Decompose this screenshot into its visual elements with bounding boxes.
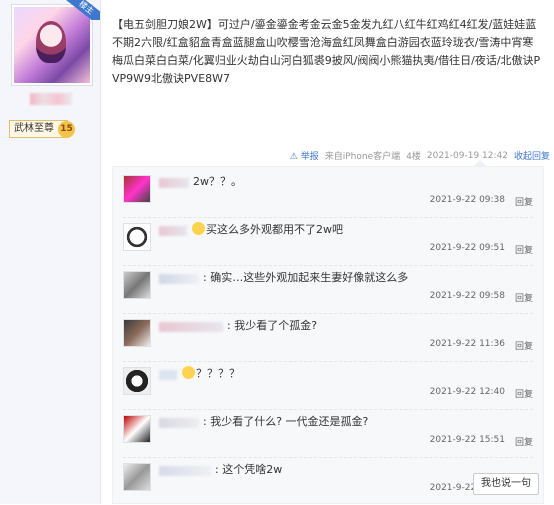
reply-username[interactable] — [159, 322, 223, 332]
reply-time: 2021-9-22 11:36 — [429, 339, 505, 349]
reply-avatar[interactable] — [123, 463, 151, 491]
emoji-icon — [182, 366, 195, 379]
reply-avatar[interactable] — [123, 367, 151, 395]
reply-time: 2021-9-22 12:40 — [429, 387, 505, 397]
author-name-blurred[interactable] — [30, 93, 72, 105]
reply-row: ？？？？ 2021-9-22 12:40 回复 — [123, 361, 533, 410]
reply-text: : 确实…这些外观加起来生妻好像就这么多 — [203, 271, 409, 284]
reply-username[interactable] — [159, 370, 177, 380]
reply-avatar[interactable] — [123, 319, 151, 347]
reply-avatar[interactable] — [123, 271, 151, 299]
reply-time: 2021-9-22 15:51 — [429, 435, 505, 445]
post-time: 2021-09-19 12:42 — [426, 150, 508, 161]
reply-avatar[interactable] — [123, 175, 151, 203]
reply-row: : 我少看了个孤金? 2021-9-22 11:36 回复 — [123, 313, 533, 362]
author-tag: 楼主 — [60, 0, 100, 20]
reply-text: 2w？？。 — [193, 175, 242, 188]
reply-time: 2021-9-22 09:58 — [429, 291, 505, 301]
reply-text: : 我少看了个孤金? — [227, 319, 318, 332]
reply-time: 2021-9-22 09:51 — [429, 243, 505, 253]
reply-username[interactable] — [159, 466, 211, 476]
say-something-button[interactable]: 我也说一句 — [473, 473, 539, 495]
post-meta: ⚠ 举报 来自iPhone客户端 4楼 2021-09-19 12:42 收起回… — [270, 149, 550, 163]
emoji-icon — [192, 222, 205, 235]
reply-button[interactable]: 回复 — [515, 435, 533, 448]
reply-row: : 这个凭啥2w 2021-9-22 16:44 回复 — [123, 457, 533, 505]
report-link[interactable]: ⚠ 举报 — [290, 149, 319, 162]
reply-button[interactable]: 回复 — [515, 195, 533, 208]
reply-avatar[interactable] — [123, 415, 151, 443]
level-name: 武林至尊 — [14, 123, 54, 134]
reply-row: 买这么多外观都用不了2w吧 2021-9-22 09:51 回复 — [123, 217, 533, 266]
reply-username[interactable] — [159, 226, 187, 236]
author-sidebar: 楼主 武林至尊 15 — [0, 0, 101, 504]
post-floor: 4楼 — [406, 152, 421, 162]
reply-username[interactable] — [159, 178, 189, 188]
reply-text: 买这么多外观都用不了2w吧 — [191, 221, 343, 239]
reply-list: 2w？？。 2021-9-22 09:38 回复 买这么多外观都用不了2w吧 2… — [112, 166, 544, 504]
reply-text: : 我少看了什么? 一代金还是孤金? — [203, 415, 369, 428]
reply-row: 2w？？。 2021-9-22 09:38 回复 — [123, 169, 533, 218]
reply-row: : 我少看了什么? 一代金还是孤金? 2021-9-22 15:51 回复 — [123, 409, 533, 458]
post-content: 【电五剑胆刀娘2W】可过户/鎏金鎏金考金云金5金发九红八红牛红鸡红4红发/蓝娃娃… — [112, 18, 541, 85]
reply-username[interactable] — [159, 418, 199, 428]
level-number: 15 — [58, 120, 75, 138]
collapse-replies-link[interactable]: 收起回复 — [514, 149, 550, 162]
reply-button[interactable]: 回复 — [515, 243, 533, 256]
reply-button[interactable]: 回复 — [515, 339, 533, 352]
level-badge[interactable]: 武林至尊 15 — [9, 120, 75, 138]
reply-time: 2021-9-22 09:38 — [429, 195, 505, 205]
reply-username[interactable] — [159, 274, 199, 284]
post-source: 来自iPhone客户端 — [324, 152, 401, 162]
reply-button[interactable]: 回复 — [515, 387, 533, 400]
reply-text: ？？？？ — [181, 365, 240, 383]
reply-button[interactable]: 回复 — [515, 291, 533, 304]
reply-avatar[interactable] — [123, 223, 151, 251]
reply-row: : 确实…这些外观加起来生妻好像就这么多 2021-9-22 09:58 回复 — [123, 265, 533, 314]
reply-text: : 这个凭啥2w — [215, 463, 283, 476]
